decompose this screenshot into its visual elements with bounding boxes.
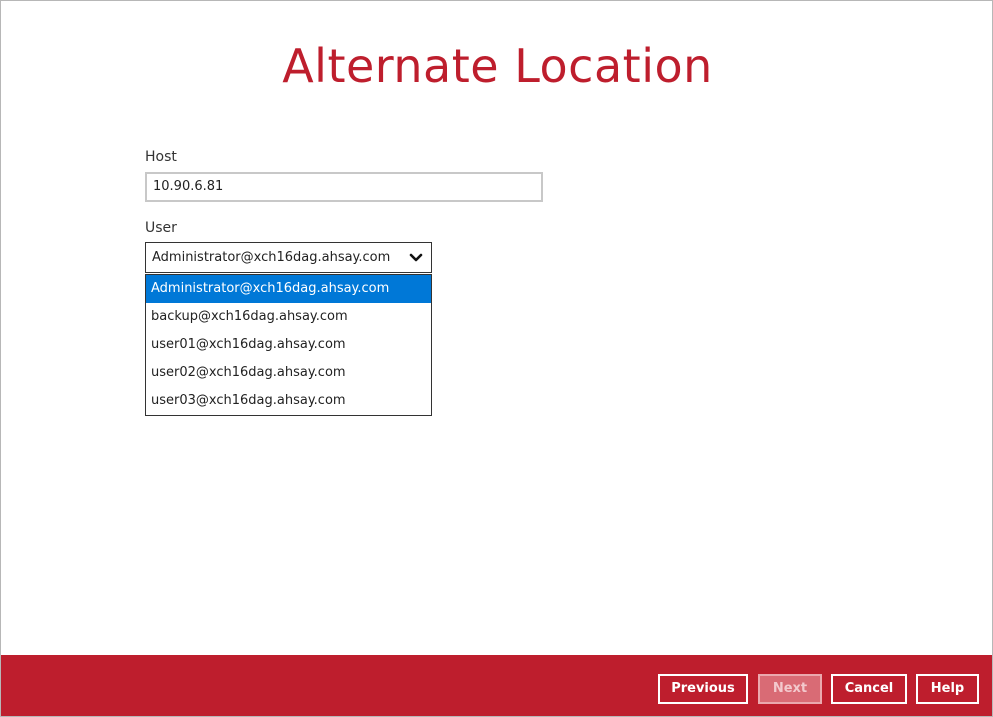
- user-option-user01[interactable]: user01@xch16dag.ahsay.com: [146, 331, 431, 359]
- user-option-backup[interactable]: backup@xch16dag.ahsay.com: [146, 303, 431, 331]
- cancel-button[interactable]: Cancel: [831, 674, 907, 704]
- previous-button[interactable]: Previous: [658, 674, 748, 704]
- chevron-down-icon[interactable]: [409, 252, 423, 264]
- host-input[interactable]: 10.90.6.81: [145, 172, 543, 202]
- user-label: User: [145, 220, 177, 236]
- user-dropdown-list: Administrator@xch16dag.ahsay.com backup@…: [145, 274, 432, 416]
- user-option-user02[interactable]: user02@xch16dag.ahsay.com: [146, 359, 431, 387]
- page-title: Alternate Location: [282, 39, 713, 93]
- user-option-administrator[interactable]: Administrator@xch16dag.ahsay.com: [146, 275, 431, 303]
- user-option-user03[interactable]: user03@xch16dag.ahsay.com: [146, 387, 431, 415]
- help-button[interactable]: Help: [916, 674, 979, 704]
- host-label: Host: [145, 149, 177, 165]
- user-select[interactable]: Administrator@xch16dag.ahsay.com: [145, 242, 432, 273]
- footer-bar: Previous Next Cancel Help: [1, 655, 992, 716]
- user-select-value: Administrator@xch16dag.ahsay.com: [152, 250, 391, 265]
- next-button[interactable]: Next: [758, 674, 822, 704]
- wizard-window: Alternate Location Host 10.90.6.81 User …: [0, 0, 993, 717]
